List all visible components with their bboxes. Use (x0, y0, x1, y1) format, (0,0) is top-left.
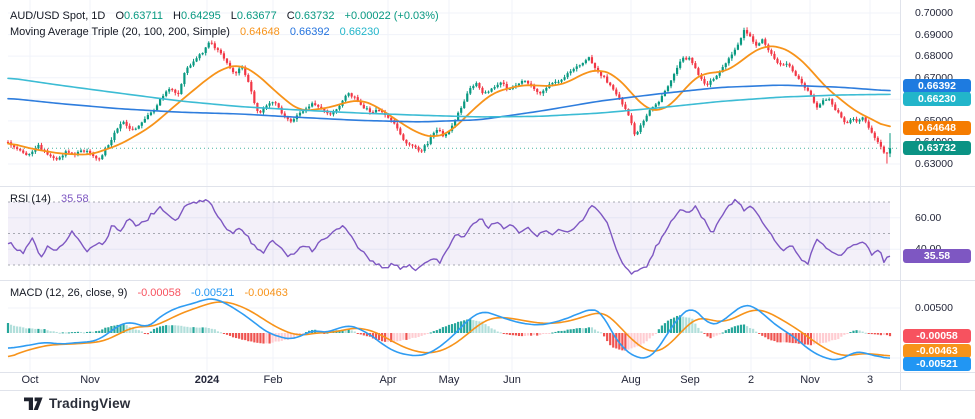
price-badge: 0.66230 (903, 92, 971, 106)
time-axis-label: Oct (21, 374, 38, 386)
price-tick-label: 0.70000 (915, 7, 953, 19)
close-label: C (287, 10, 295, 22)
low-value: 0.63677 (237, 10, 277, 22)
high-label: H (173, 10, 181, 22)
high-value: 0.64295 (181, 10, 221, 22)
rsi-panel (8, 199, 890, 274)
ma-indicator-title[interactable]: Moving Average Triple (20, 100, 200, Sim… (10, 26, 230, 38)
price-tick-label: 0.63000 (915, 158, 953, 170)
time-axis-label: Jun (503, 374, 521, 386)
chart-canvas[interactable] (0, 0, 975, 419)
macd-line-badge: -0.00521 (903, 357, 971, 371)
price-badge: 0.66392 (903, 79, 971, 93)
open-value: 0.63711 (124, 10, 163, 22)
rsi-value: 35.58 (61, 193, 89, 205)
time-axis-label: Nov (80, 374, 100, 386)
macd-legend: MACD (12, 26, close, 9) -0.00058 -0.0052… (10, 286, 288, 300)
time-axis-label: 2 (748, 374, 754, 386)
price-scale[interactable]: 0.700000.690000.680000.670000.660000.650… (900, 0, 975, 390)
time-axis-label: Sep (680, 374, 700, 386)
time-axis-label: Apr (379, 374, 396, 386)
macd-indicator-title[interactable]: MACD (12, 26, close, 9) (10, 287, 127, 299)
time-axis-label: Aug (621, 374, 641, 386)
ma200-value: 0.66230 (340, 26, 380, 38)
price-tick-label: 0.68000 (915, 50, 953, 62)
macd-hist-value: -0.00058 (137, 287, 180, 299)
time-axis-label: 3 (867, 374, 873, 386)
open-label: O (115, 10, 124, 22)
change-value: +0.00022 (+0.03%) (345, 10, 439, 22)
time-scale[interactable]: Oct Nov 2024 Feb Apr May Jun Aug Sep 2 Nov 3 (0, 373, 900, 389)
symbol-title[interactable]: AUD/USD Spot, 1D (10, 10, 105, 22)
price-badge: 0.64648 (903, 121, 971, 135)
rsi-tick-label: 60.00 (915, 212, 941, 224)
macd-hist-badge: -0.00058 (903, 329, 971, 343)
rsi-badge: 35.58 (903, 249, 971, 263)
ma20-value: 0.64648 (240, 26, 280, 38)
price-rsi-divider[interactable] (0, 186, 975, 187)
macd-signal-value: -0.00463 (244, 287, 287, 299)
time-axis-label: Nov (800, 374, 820, 386)
ma-legend: Moving Average Triple (20, 100, 200, Sim… (10, 25, 379, 39)
macd-tick-label: 0.00500 (915, 302, 953, 314)
rsi-legend: RSI (14) 35.58 (10, 192, 89, 206)
macd-signal-badge: -0.00463 (903, 344, 971, 358)
symbol-legend: AUD/USD Spot, 1D O0.63711 H0.64295 L0.63… (10, 9, 439, 23)
tradingview-brand-link[interactable]: TradingView (24, 396, 130, 411)
macd-line-value: -0.00521 (191, 287, 234, 299)
price-badge: 0.63732 (903, 141, 971, 155)
timeaxis-bottom-border (0, 390, 975, 391)
time-axis-label: May (439, 374, 460, 386)
tradingview-chart-window: AUD/USD Spot, 1D O0.63711 H0.64295 L0.63… (0, 0, 975, 419)
rsi-macd-divider[interactable] (0, 280, 975, 281)
price-panel (7, 27, 898, 163)
price-tick-label: 0.69000 (915, 29, 953, 41)
tradingview-brand-text: TradingView (49, 396, 130, 411)
ma100-value: 0.66392 (290, 26, 330, 38)
rsi-indicator-title[interactable]: RSI (14) (10, 193, 51, 205)
tradingview-logo-icon (24, 397, 43, 411)
time-axis-label: Feb (264, 374, 283, 386)
time-axis-label: 2024 (195, 374, 219, 386)
close-value: 0.63732 (295, 10, 335, 22)
